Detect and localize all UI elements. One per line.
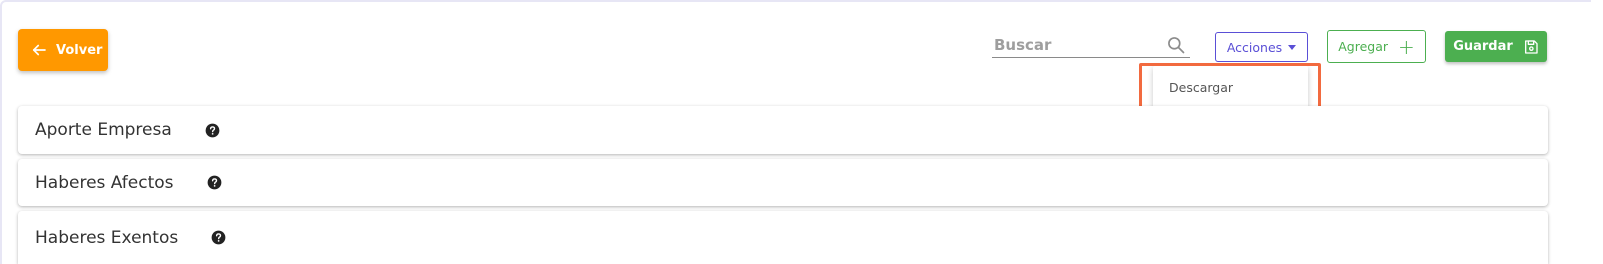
back-button-label: Volver: [56, 42, 103, 58]
search-input[interactable]: [992, 35, 1162, 54]
plus-icon: +: [1398, 34, 1415, 59]
actions-button-label: Acciones: [1226, 39, 1283, 55]
question-circle-icon[interactable]: [211, 230, 226, 245]
save-button[interactable]: Guardar: [1445, 31, 1547, 62]
question-circle-icon[interactable]: [207, 175, 222, 190]
section-title: Aporte Empresa: [35, 120, 172, 140]
section-haberes-exentos[interactable]: Haberes Exentos: [18, 211, 1548, 264]
section-aporte-empresa[interactable]: Aporte Empresa: [18, 106, 1548, 154]
section-title: Haberes Afectos: [35, 172, 174, 193]
section-haberes-afectos[interactable]: Haberes Afectos: [18, 159, 1548, 206]
actions-button[interactable]: Acciones: [1215, 32, 1308, 62]
section-title: Haberes Exentos: [35, 227, 179, 248]
scrollbar[interactable]: [1591, 0, 1603, 264]
add-button-label: Agregar: [1338, 39, 1388, 54]
menu-item-download[interactable]: Descargar: [1169, 80, 1233, 95]
search-icon[interactable]: [1166, 35, 1186, 55]
actions-menu: Descargar: [1153, 66, 1308, 108]
back-button[interactable]: Volver: [18, 29, 108, 71]
add-button[interactable]: Agregar +: [1327, 30, 1426, 63]
search-box[interactable]: [992, 32, 1190, 58]
floppy-disk-icon: [1524, 39, 1538, 54]
question-circle-icon[interactable]: [205, 123, 220, 138]
caret-down-icon: [1288, 44, 1297, 50]
arrow-left-icon: [32, 44, 46, 56]
save-button-label: Guardar: [1453, 39, 1513, 54]
